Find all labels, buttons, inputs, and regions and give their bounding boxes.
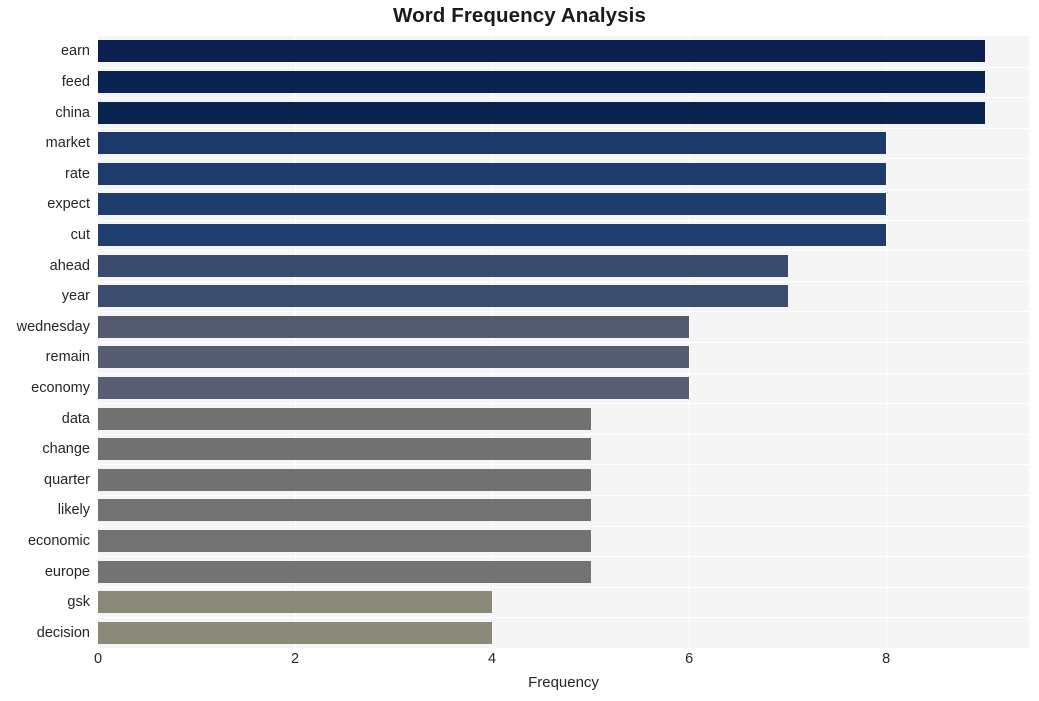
- y-tick-label: remain: [45, 349, 90, 366]
- y-tick-label: gsk: [67, 594, 90, 611]
- chart-title: Word Frequency Analysis: [393, 4, 646, 27]
- bar: [98, 101, 985, 124]
- y-tick-label: china: [55, 104, 90, 121]
- bar: [98, 254, 788, 277]
- bar: [98, 407, 591, 430]
- bar: [98, 591, 493, 614]
- x-tick-label: 6: [685, 651, 694, 667]
- y-tick-label: ahead: [49, 257, 90, 274]
- bar: [98, 499, 591, 522]
- y-tick-label: likely: [57, 502, 90, 519]
- bar: [98, 132, 887, 155]
- vertical-gridline: [295, 36, 297, 648]
- y-tick-label: year: [61, 288, 90, 305]
- bar: [98, 560, 591, 583]
- bar: [98, 529, 591, 552]
- horizontal-gridline: [98, 464, 1029, 466]
- y-tick-label: europe: [44, 563, 90, 580]
- y-tick-label: rate: [65, 165, 90, 182]
- vertical-gridline: [886, 36, 888, 648]
- bar: [98, 468, 591, 491]
- y-tick-label: change: [42, 441, 90, 458]
- bar: [98, 70, 985, 93]
- horizontal-gridline: [98, 66, 1029, 68]
- horizontal-gridline: [98, 127, 1029, 129]
- x-tick-label: 2: [290, 651, 300, 667]
- vertical-gridline: [492, 36, 494, 648]
- bar: [98, 285, 788, 308]
- horizontal-gridline: [98, 433, 1029, 435]
- bar: [98, 438, 591, 461]
- horizontal-gridline: [98, 158, 1029, 160]
- x-tick-label: 8: [882, 651, 891, 667]
- horizontal-gridline: [98, 495, 1029, 496]
- horizontal-gridline: [98, 556, 1029, 558]
- horizontal-gridline: [98, 219, 1029, 221]
- y-tick-label: wednesday: [16, 318, 90, 335]
- y-tick-label: quarter: [44, 471, 90, 488]
- horizontal-gridline: [98, 280, 1029, 282]
- x-axis-tick-labels: 0 2 4 6 8: [0, 652, 1039, 674]
- word-frequency-bar-chart: Word Frequency Analysis earn feed china mar…: [0, 0, 1039, 701]
- x-axis-title: Frequency: [528, 674, 599, 691]
- y-axis-tick-labels: earn feed china market rate expect cut ahead yea…: [0, 36, 90, 648]
- y-tick-label: economic: [27, 532, 90, 549]
- bar: [98, 376, 690, 399]
- bar: [98, 346, 690, 369]
- horizontal-gridline: [98, 342, 1029, 343]
- bar: [98, 193, 887, 216]
- horizontal-gridline: [98, 403, 1029, 405]
- bar: [98, 621, 493, 644]
- bar: [98, 162, 887, 185]
- horizontal-gridline: [98, 189, 1029, 190]
- y-tick-label: data: [61, 410, 90, 427]
- horizontal-gridline: [98, 372, 1029, 374]
- bar: [98, 223, 887, 246]
- y-tick-label: expect: [47, 196, 90, 213]
- x-tick-label: 0: [93, 651, 103, 667]
- y-tick-label: earn: [60, 43, 90, 60]
- horizontal-gridline: [98, 97, 1029, 99]
- vertical-gridline: [689, 36, 691, 648]
- x-tick-label: 4: [488, 651, 497, 667]
- horizontal-gridline: [98, 586, 1029, 588]
- y-tick-label: decision: [36, 624, 90, 641]
- horizontal-gridline: [98, 250, 1029, 252]
- horizontal-gridline: [98, 617, 1029, 619]
- plot-area: [98, 36, 1029, 648]
- bar: [98, 40, 985, 63]
- y-tick-label: market: [45, 135, 90, 152]
- y-tick-label: economy: [31, 379, 90, 396]
- horizontal-gridline: [98, 525, 1029, 527]
- y-tick-label: feed: [61, 73, 90, 90]
- horizontal-gridline: [98, 311, 1029, 313]
- y-tick-label: cut: [70, 226, 90, 243]
- bar: [98, 315, 690, 338]
